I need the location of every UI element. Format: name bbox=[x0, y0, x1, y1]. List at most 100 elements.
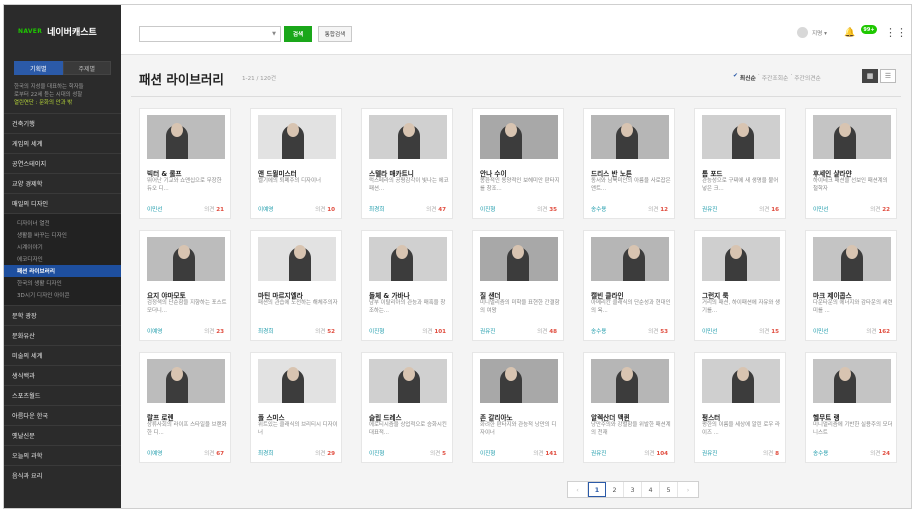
card-author[interactable]: 이예영 bbox=[147, 449, 162, 457]
designer-card[interactable]: 드리스 반 노튼 동서와 남북미안의 아름을 사로잡은 앤트... 송수용 의견 12 bbox=[583, 108, 675, 219]
designer-photo[interactable] bbox=[147, 237, 225, 281]
designer-card[interactable]: 헬무트 랭 미니멀리즘에 기반한 실용주의 모더니스트 송수용 의견 24 bbox=[805, 352, 897, 463]
designer-photo[interactable] bbox=[702, 115, 780, 159]
card-author[interactable]: 권유진 bbox=[702, 205, 717, 213]
search-input[interactable]: ▼ bbox=[139, 26, 281, 42]
designer-photo[interactable] bbox=[591, 115, 669, 159]
designer-card[interactable]: 돌체 & 가바나 남부 이탈리아의 관능과 매혹을 창조하는... 이진형 의견 10… bbox=[361, 230, 453, 341]
promo-banner[interactable]: 한국의 지성을 대표하는 학자들 로부터 22세 듣는 시대의 성찰 열린연단 … bbox=[14, 83, 113, 107]
card-author[interactable]: 최경희 bbox=[369, 205, 384, 213]
sidebar-subitem[interactable]: 한국의 생활 디자인 bbox=[4, 277, 121, 289]
page-button[interactable]: 5 bbox=[660, 482, 678, 497]
card-author[interactable]: 최경희 bbox=[258, 449, 273, 457]
search-button[interactable]: 검색 bbox=[284, 26, 312, 42]
sidebar-item[interactable]: 옛날신문 bbox=[4, 425, 121, 445]
page-button[interactable]: 4 bbox=[642, 482, 660, 497]
sidebar-item-architecture[interactable]: 건축기행 bbox=[4, 113, 121, 133]
sidebar-item[interactable]: 문학 광장 bbox=[4, 305, 121, 325]
grid-view-icon[interactable]: ▦ bbox=[862, 69, 878, 83]
designer-card[interactable]: 폴 스미스 위트있는 클래식의 브리티시 디자이너 최경희 의견 29 bbox=[250, 352, 342, 463]
sidebar-item-economics[interactable]: 교양 경제학 bbox=[4, 173, 121, 193]
sidebar-item[interactable]: 문화유산 bbox=[4, 325, 121, 345]
card-author[interactable]: 이예영 bbox=[258, 205, 273, 213]
sidebar-item[interactable]: 미술의 세계 bbox=[4, 345, 121, 365]
designer-card[interactable]: 랄프 로렌 상류사회의 라이프 스타일을 브랜화한 디... 이예영 의견 67 bbox=[139, 352, 231, 463]
card-author[interactable]: 송수용 bbox=[813, 449, 828, 457]
sort-weekly-comments[interactable]: 주간의견순 bbox=[794, 73, 821, 82]
designer-photo[interactable] bbox=[813, 115, 891, 159]
sidebar-item[interactable]: 생식백과 bbox=[4, 365, 121, 385]
designer-card[interactable]: 앤 드뮐미스터 벨기에의 퇴폐주의 디자이너 이예영 의견 10 bbox=[250, 108, 342, 219]
designer-card[interactable]: 펑스터 펑한의 이름을 세상에 알린 로우 라이즈 ... 권유진 의견 8 bbox=[694, 352, 786, 463]
card-author[interactable]: 권유진 bbox=[702, 449, 717, 457]
designer-card[interactable]: 마크 제이콥스 다운타운의 에너지와 감타운의 세련미를 ... 이민선 의견 162 bbox=[805, 230, 897, 341]
sidebar-item[interactable]: 스포츠월드 bbox=[4, 385, 121, 405]
designer-photo[interactable] bbox=[147, 359, 225, 403]
sidebar-item-performance[interactable]: 공연스테이지 bbox=[4, 153, 121, 173]
designer-photo[interactable] bbox=[813, 359, 891, 403]
designer-card[interactable]: 캘빈 클라인 아메리칸 클래식의 단순성과 현대인의 욕... 송수용 의견 53 bbox=[583, 230, 675, 341]
designer-card[interactable]: 요지 야마모토 검정색의 단순함을 지향하는 포스트모더니... 이예영 의견 23 bbox=[139, 230, 231, 341]
designer-photo[interactable] bbox=[258, 115, 336, 159]
designer-card[interactable]: 슬립 드레스 에로티시즘을 상업적으로 승화시킨 대표적... 이진형 의견 5 bbox=[361, 352, 453, 463]
designer-photo[interactable] bbox=[480, 115, 558, 159]
designer-photo[interactable] bbox=[480, 359, 558, 403]
sidebar-item-daily-design[interactable]: 매일의 디자인 bbox=[4, 193, 121, 213]
designer-photo[interactable] bbox=[369, 237, 447, 281]
designer-card[interactable]: 마틴 마르지엘라 패션의 관습에 도전하는 해체주의자 최경희 의견 52 bbox=[250, 230, 342, 341]
sidebar-subitem-fashion-library[interactable]: 패션 라이브러리 bbox=[4, 265, 121, 277]
card-author[interactable]: 이민선 bbox=[813, 327, 828, 335]
sidebar-item-games[interactable]: 게임의 세계 bbox=[4, 133, 121, 153]
card-author[interactable]: 이예영 bbox=[147, 327, 162, 335]
bell-icon[interactable]: 🔔 bbox=[844, 28, 855, 38]
designer-card[interactable]: 질 샌더 미니멀리즘의 미학을 표현한 간결함의 여왕 권유진 의견 48 bbox=[472, 230, 564, 341]
designer-card[interactable]: 그런지 룩 거리의 패션, 하이패션에 자유와 생기를... 이민선 의견 15 bbox=[694, 230, 786, 341]
designer-photo[interactable] bbox=[258, 237, 336, 281]
designer-photo[interactable] bbox=[702, 237, 780, 281]
designer-photo[interactable] bbox=[369, 115, 447, 159]
sidebar-subitem[interactable]: 에코디자인 bbox=[4, 253, 121, 265]
sidebar-subitem[interactable]: 3D시기 디자인 아이콘 bbox=[4, 289, 121, 301]
designer-photo[interactable] bbox=[591, 237, 669, 281]
designer-card[interactable]: 빅터 & 롤프 뛰어난 기교와 쇼맨십으로 무장한 듀오 디... 이민선 의견 21 bbox=[139, 108, 231, 219]
card-author[interactable]: 이진형 bbox=[369, 449, 384, 457]
prev-page-button[interactable]: ‹ bbox=[568, 482, 588, 497]
card-author[interactable]: 이진형 bbox=[480, 449, 495, 457]
designer-card[interactable]: 안나 수이 몽환적인 동양적인 보헤미안 판타지를 창조... 이진형 의견 35 bbox=[472, 108, 564, 219]
card-author[interactable]: 최경희 bbox=[258, 327, 273, 335]
sidebar-item[interactable]: 오늘의 과학 bbox=[4, 445, 121, 465]
sidebar-subitem[interactable]: 생활을 바꾸는 디자인 bbox=[4, 229, 121, 241]
chevron-down-icon[interactable]: ▼ bbox=[272, 31, 276, 37]
designer-photo[interactable] bbox=[813, 237, 891, 281]
designer-card[interactable]: 후세인 샬라얀 하이테크 패션을 선보인 패션계의 철학자 이민선 의견 22 bbox=[805, 108, 897, 219]
card-author[interactable]: 권유진 bbox=[591, 449, 606, 457]
cast-notification-icon[interactable]: 99+ bbox=[861, 25, 877, 34]
designer-photo[interactable] bbox=[147, 115, 225, 159]
designer-photo[interactable] bbox=[702, 359, 780, 403]
card-author[interactable]: 이진형 bbox=[480, 205, 495, 213]
card-author[interactable]: 이민선 bbox=[813, 205, 828, 213]
card-author[interactable]: 이민선 bbox=[702, 327, 717, 335]
designer-card[interactable]: 스텔라 매카트니 럭스페라의 공평감각이 빛나는 에코 패션... 최경희 의견 47 bbox=[361, 108, 453, 219]
apps-grid-icon[interactable]: ⋮⋮⋮ bbox=[885, 26, 911, 39]
designer-photo[interactable] bbox=[591, 359, 669, 403]
list-view-icon[interactable]: ☰ bbox=[880, 69, 896, 83]
designer-photo[interactable] bbox=[258, 359, 336, 403]
user-menu[interactable]: 지명 ▾ bbox=[797, 27, 827, 38]
sidebar-subitem[interactable]: 디자이너 열전 bbox=[4, 217, 121, 229]
sort-weekly-views[interactable]: 주간조회순 bbox=[762, 73, 789, 82]
designer-card[interactable]: 존 갈리아노 화려한 판타지와 관능적 낭만의 디자이너 이진형 의견 141 bbox=[472, 352, 564, 463]
all-search-button[interactable]: 통합검색 bbox=[318, 26, 352, 42]
designer-photo[interactable] bbox=[480, 237, 558, 281]
card-author[interactable]: 이민선 bbox=[147, 205, 162, 213]
page-button[interactable]: 2 bbox=[606, 482, 624, 497]
tab-by-plan[interactable]: 기획별 bbox=[14, 61, 63, 75]
card-author[interactable]: 송수용 bbox=[591, 205, 606, 213]
designer-photo[interactable] bbox=[369, 359, 447, 403]
sidebar-item[interactable]: 아름다운 한국 bbox=[4, 405, 121, 425]
designer-card[interactable]: 톰 포드 관능성으로 구찌에 새 생명을 불어넣은 크... 권유진 의견 16 bbox=[694, 108, 786, 219]
sidebar-subitem[interactable]: 시계이야기 bbox=[4, 241, 121, 253]
card-author[interactable]: 송수용 bbox=[591, 327, 606, 335]
page-button[interactable]: 3 bbox=[624, 482, 642, 497]
designer-card[interactable]: 알렉산더 맥퀸 낭만주의와 강렬함을 위발한 패션계의 천재 권유진 의견 104 bbox=[583, 352, 675, 463]
